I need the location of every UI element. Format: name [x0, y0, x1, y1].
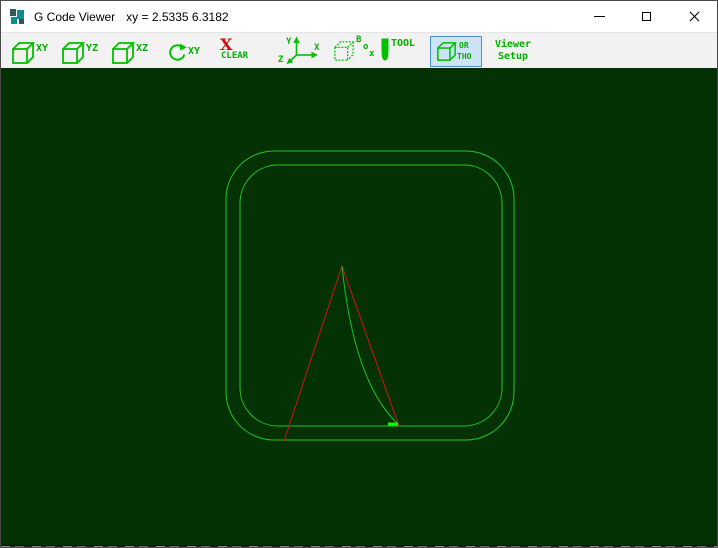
view-xy-button[interactable]: XY [11, 37, 48, 67]
cube-xz-icon [112, 42, 135, 64]
axis-z-label: Z [278, 55, 284, 64]
minimize-icon [594, 15, 605, 17]
maximize-icon [642, 11, 651, 21]
rapid-move-left [283, 265, 343, 442]
ortho-cube-icon [437, 42, 457, 61]
tool-label: TOOL [391, 38, 416, 49]
gcode-viewer-window: G Code Viewer xy = 2.5335 6.3182 XY YZ X [0, 0, 718, 548]
rotate-arrow-icon [169, 43, 187, 61]
ortho-text: OR THO [457, 37, 481, 66]
axes-button[interactable]: Y X Z [277, 34, 323, 64]
rapid-move-right [341, 265, 400, 427]
cube-yz-icon [62, 42, 85, 64]
ortho-label-top: OR [459, 41, 469, 50]
axis-y-label: Y [286, 37, 292, 47]
viewer-setup-line1: Viewer [494, 39, 532, 50]
box-letter-o: o [363, 42, 369, 52]
rotate-xy-label: XY [188, 46, 201, 57]
close-button[interactable] [670, 1, 717, 31]
clear-x-icon: X [220, 35, 233, 54]
viewer-setup-button[interactable]: Viewer Setup [488, 37, 538, 67]
window-title: G Code Viewer [34, 9, 116, 24]
bottom-edge [1, 545, 717, 547]
minimize-button[interactable] [576, 1, 623, 31]
bounding-box-icon [334, 41, 355, 61]
gcode-viewport [225, 150, 515, 442]
titlebar: G Code Viewer xy = 2.5335 6.3182 [1, 1, 717, 32]
box-letter-b: B [356, 35, 362, 45]
ortho-label-bottom: THO [457, 52, 472, 61]
caption-buttons [576, 1, 717, 31]
clear-label: CLEAR [221, 51, 249, 61]
axis-x-label: X [314, 43, 320, 53]
app-icon [10, 9, 24, 24]
view-xz-label: XZ [136, 43, 149, 54]
toolbar: XY YZ XZ XY X CLEAR Y X Z B o x TOOL OR … [1, 32, 717, 68]
box-button[interactable]: B o x [331, 35, 383, 67]
view-yz-button[interactable]: YZ [61, 37, 98, 67]
cube-xy-icon [12, 42, 35, 64]
coordinate-readout: xy = 2.5335 6.3182 [126, 9, 229, 24]
canvas[interactable] [1, 68, 717, 545]
maximize-button[interactable] [623, 1, 670, 31]
tool-bit-icon [381, 38, 389, 61]
box-letter-x: x [369, 49, 375, 59]
view-yz-label: YZ [86, 43, 99, 54]
tool-button[interactable]: TOOL [380, 37, 415, 67]
ortho-toggle-button[interactable]: OR THO [430, 36, 482, 67]
viewer-setup-line2: Setup [497, 51, 529, 62]
view-xy-label: XY [36, 43, 49, 54]
view-xz-button[interactable]: XZ [111, 37, 148, 67]
clear-button[interactable]: X CLEAR [218, 37, 248, 67]
close-icon [688, 10, 700, 22]
contour-outer [225, 150, 515, 441]
rotate-xy-button[interactable]: XY [167, 37, 200, 67]
axes-icon: Y X Z [278, 36, 320, 64]
